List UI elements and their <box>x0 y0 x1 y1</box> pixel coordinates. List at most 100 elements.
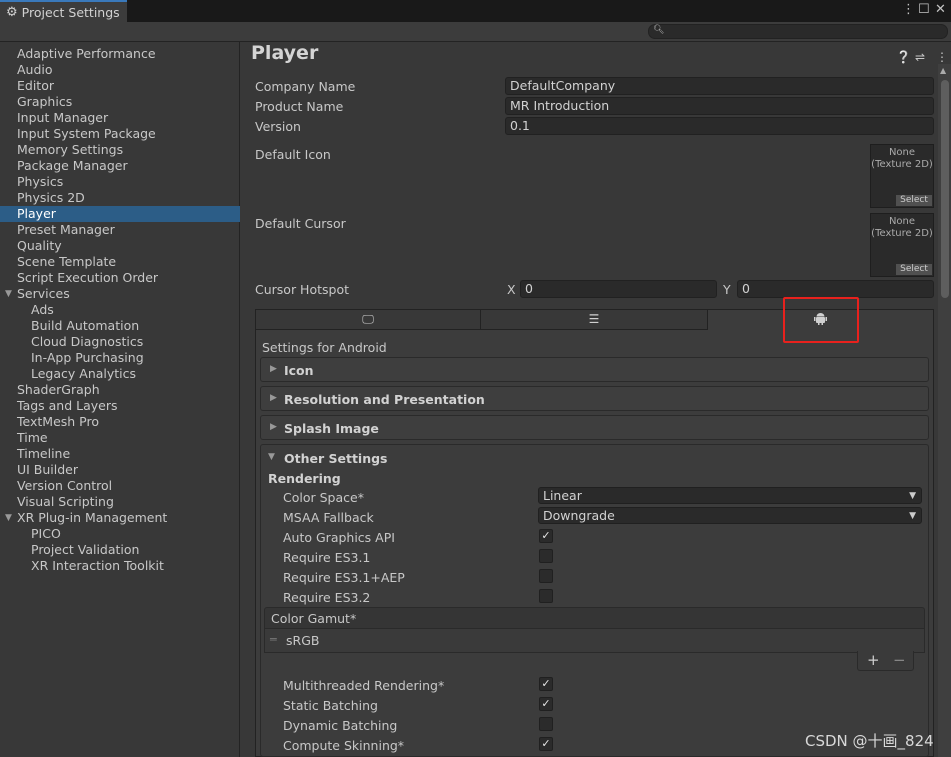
maximize-icon[interactable]: ☐ <box>918 2 930 17</box>
sidebar-item[interactable]: PICO <box>0 526 240 542</box>
static-batching-label: Static Batching <box>283 698 378 713</box>
help-icon[interactable]: ❔ <box>896 50 911 64</box>
sidebar-item[interactable]: ▼ XR Plug-in Management <box>0 510 240 526</box>
watermark: CSDN @十画_824 <box>805 732 934 750</box>
kebab-icon[interactable]: ⋮ <box>936 50 948 64</box>
kebab-icon[interactable]: ⋮ <box>902 2 915 17</box>
default-cursor-texture-field[interactable]: None (Texture 2D) Select <box>870 213 934 277</box>
expand-arrow-icon[interactable]: ▼ <box>5 510 12 526</box>
msaa-fallback-value: Downgrade <box>543 508 615 523</box>
sidebar-item[interactable]: Editor <box>0 78 240 94</box>
color-space-dropdown[interactable]: Linear ▼ <box>538 487 922 504</box>
sidebar-item-label: Input System Package <box>17 126 156 141</box>
require-es31-checkbox[interactable] <box>539 549 553 563</box>
sidebar-item[interactable]: Tags and Layers <box>0 398 240 414</box>
sidebar-item[interactable]: UI Builder <box>0 462 240 478</box>
sidebar-item[interactable]: Input System Package <box>0 126 240 142</box>
sidebar-item[interactable]: Time <box>0 430 240 446</box>
sidebar-item-label: Script Execution Order <box>17 270 159 285</box>
sidebar-item[interactable]: Cloud Diagnostics <box>0 334 240 350</box>
texture-select-button[interactable]: Select <box>896 264 932 275</box>
sidebar-item[interactable]: Physics 2D <box>0 190 240 206</box>
expand-arrow-icon[interactable]: ▼ <box>5 286 12 302</box>
sidebar-item[interactable]: Timeline <box>0 446 240 462</box>
sidebar-item-label: UI Builder <box>17 462 79 477</box>
sidebar-item-label: Physics 2D <box>17 190 85 205</box>
sidebar-item[interactable]: Package Manager <box>0 158 240 174</box>
sidebar-item-label: Timeline <box>17 446 71 461</box>
sidebar-item-label: Memory Settings <box>17 142 124 157</box>
default-icon-texture-field[interactable]: None (Texture 2D) Select <box>870 144 934 208</box>
auto-graphics-api-label: Auto Graphics API <box>283 530 395 545</box>
sidebar-item-label: Preset Manager <box>17 222 115 237</box>
sidebar-item[interactable]: TextMesh Pro <box>0 414 240 430</box>
search-input[interactable] <box>648 24 948 39</box>
require-es32-checkbox[interactable] <box>539 589 553 603</box>
sidebar-item[interactable]: Legacy Analytics <box>0 366 240 382</box>
foldout-title: Resolution and Presentation <box>284 392 485 407</box>
foldout-arrow-icon[interactable]: ▼ <box>268 452 275 462</box>
sidebar-item-label: Scene Template <box>17 254 117 269</box>
sidebar-item[interactable]: ShaderGraph <box>0 382 240 398</box>
scroll-up-icon[interactable]: ▲ <box>940 66 946 75</box>
sidebar-item[interactable]: Script Execution Order <box>0 270 240 286</box>
project-settings-tab[interactable]: ⚙ Project Settings <box>0 0 127 22</box>
sidebar-item[interactable]: ▼ Services <box>0 286 240 302</box>
chevron-down-icon: ▼ <box>909 491 916 501</box>
sidebar-item-label: Adaptive Performance <box>17 46 156 61</box>
require-es31aep-checkbox[interactable] <box>539 569 553 583</box>
tab-dedicated-server[interactable]: ☰ <box>481 310 708 330</box>
sidebar-item[interactable]: Build Automation <box>0 318 240 334</box>
foldout-arrow-icon: ▶ <box>270 393 277 403</box>
version-label: Version <box>255 119 301 134</box>
sidebar-item[interactable]: Physics <box>0 174 240 190</box>
close-icon[interactable]: ✕ <box>935 2 946 17</box>
auto-graphics-api-checkbox[interactable]: ✓ <box>539 529 553 543</box>
version-field[interactable]: 0.1 <box>505 117 934 135</box>
company-name-field[interactable]: DefaultCompany <box>505 77 934 95</box>
sidebar-item[interactable]: Preset Manager <box>0 222 240 238</box>
sidebar-item-label: Ads <box>31 302 54 317</box>
scrollbar-thumb[interactable] <box>941 80 949 298</box>
product-name-field[interactable]: MR Introduction <box>505 97 934 115</box>
sidebar-item[interactable]: Audio <box>0 62 240 78</box>
settings-sliders-icon[interactable]: ⇌ <box>915 50 925 64</box>
sidebar-item[interactable]: XR Interaction Toolkit <box>0 558 240 574</box>
foldout-icon[interactable]: ▶ Icon <box>260 357 929 382</box>
color-gamut-item[interactable]: sRGB <box>286 633 319 648</box>
sidebar-item[interactable]: Visual Scripting <box>0 494 240 510</box>
sidebar-item[interactable]: Quality <box>0 238 240 254</box>
static-batching-checkbox[interactable]: ✓ <box>539 697 553 711</box>
hotspot-x-field[interactable]: 0 <box>520 280 717 298</box>
compute-skinning-label: Compute Skinning* <box>283 738 405 753</box>
texture-select-button[interactable]: Select <box>896 195 932 206</box>
compute-skinning-checkbox[interactable]: ✓ <box>539 737 553 751</box>
remove-icon[interactable]: − <box>893 651 906 669</box>
sidebar-item-label: Editor <box>17 78 54 93</box>
drag-handle-icon[interactable]: ═ <box>270 633 277 646</box>
sidebar-item[interactable]: Version Control <box>0 478 240 494</box>
hotspot-y-field[interactable]: 0 <box>737 280 934 298</box>
sidebar-item[interactable]: In-App Purchasing <box>0 350 240 366</box>
require-es32-label: Require ES3.2 <box>283 590 371 605</box>
sidebar-item[interactable]: Adaptive Performance <box>0 46 240 62</box>
other-settings-title[interactable]: Other Settings <box>284 451 388 466</box>
add-icon[interactable]: + <box>867 651 880 669</box>
sidebar-item[interactable]: Graphics <box>0 94 240 110</box>
multithreaded-rendering-checkbox[interactable]: ✓ <box>539 677 553 691</box>
foldout-arrow-icon: ▶ <box>270 364 277 374</box>
sidebar-item[interactable]: Player <box>0 206 240 222</box>
msaa-fallback-dropdown[interactable]: Downgrade ▼ <box>538 507 922 524</box>
sidebar-item[interactable]: Scene Template <box>0 254 240 270</box>
sidebar-item-label: Visual Scripting <box>17 494 114 509</box>
sidebar-item[interactable]: Project Validation <box>0 542 240 558</box>
dynamic-batching-checkbox[interactable] <box>539 717 553 731</box>
texture-none-label: None (Texture 2D) <box>871 147 933 170</box>
sidebar-item[interactable]: Input Manager <box>0 110 240 126</box>
tab-standalone[interactable]: 🖵 <box>256 310 481 330</box>
foldout-splash[interactable]: ▶ Splash Image <box>260 415 929 440</box>
foldout-resolution[interactable]: ▶ Resolution and Presentation <box>260 386 929 411</box>
foldout-arrow-icon: ▶ <box>270 422 277 432</box>
sidebar-item[interactable]: Ads <box>0 302 240 318</box>
sidebar-item[interactable]: Memory Settings <box>0 142 240 158</box>
